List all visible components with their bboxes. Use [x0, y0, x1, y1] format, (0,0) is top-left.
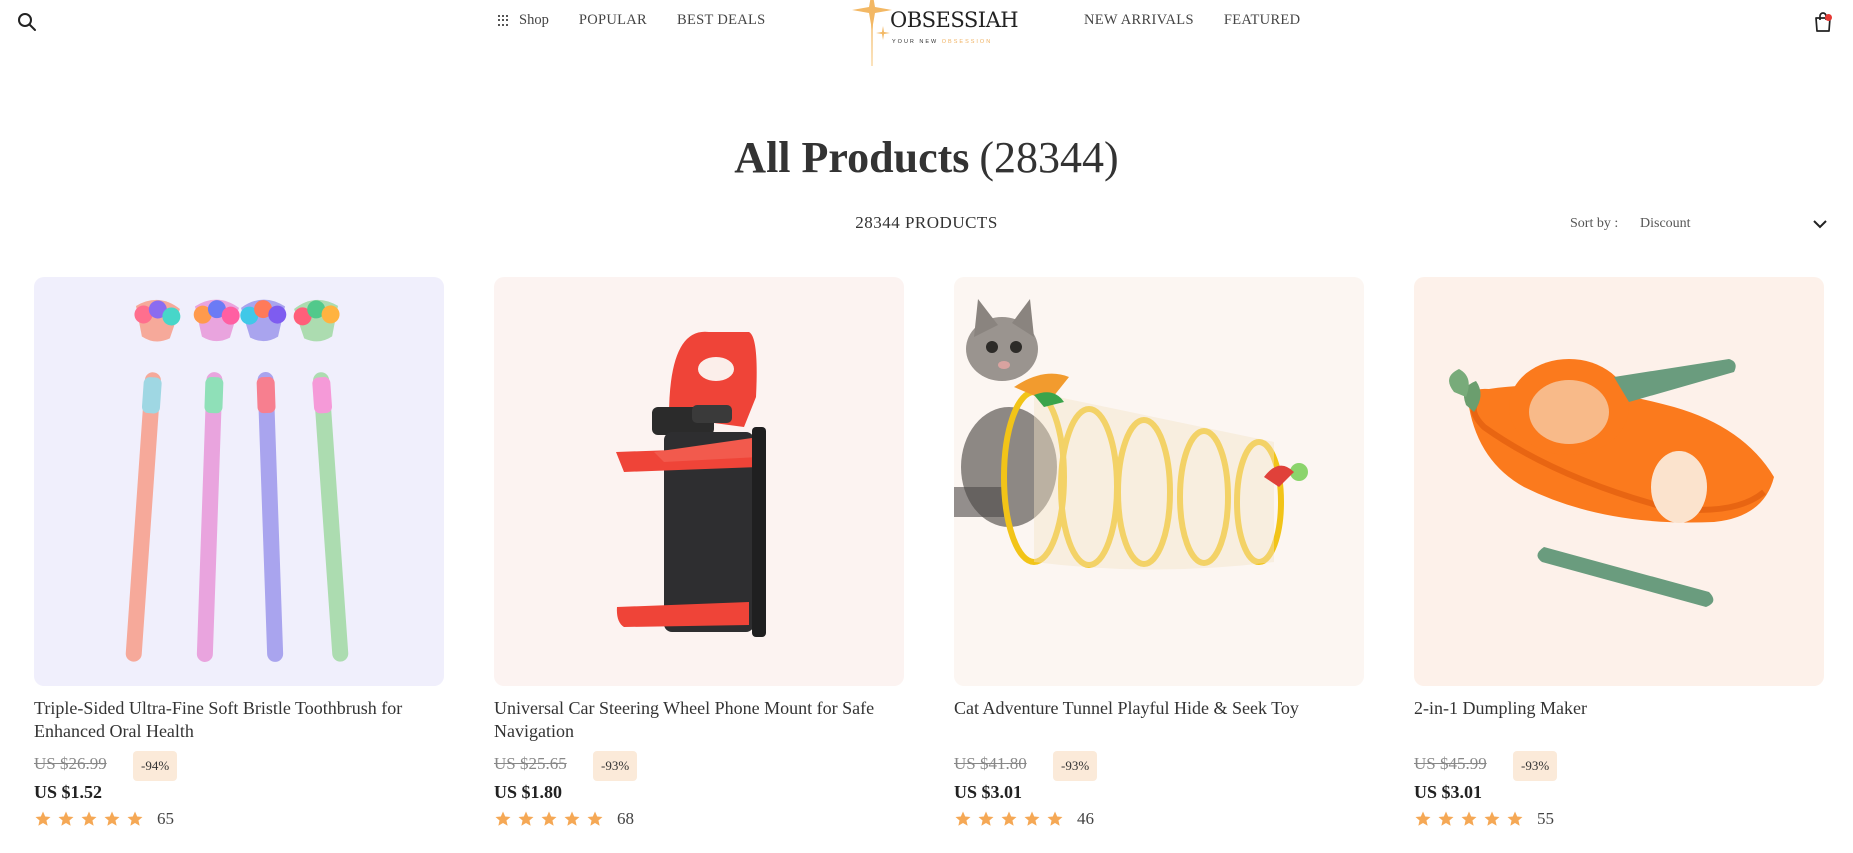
discount-badge: -93%: [1513, 751, 1558, 781]
product-card[interactable]: Cat Adventure Tunnel Playful Hide & Seek…: [954, 277, 1364, 853]
page-title: All Products (28344): [0, 132, 1853, 183]
main-nav-left: Shop POPULAR BEST DEALS: [498, 12, 796, 29]
page-title-count: (28344): [979, 133, 1119, 182]
sale-price: US $1.52: [34, 782, 103, 802]
product-image[interactable]: [34, 277, 444, 686]
nav-best-deals[interactable]: BEST DEALS: [677, 12, 766, 29]
site-logo[interactable]: OBSESSIAH YOUR NEW OBSESSION: [840, 0, 1020, 70]
nav-shop[interactable]: Shop: [498, 12, 549, 29]
cat-tunnel-image: [954, 277, 1364, 686]
toothbrush-image: [34, 277, 444, 686]
star-icon: [564, 811, 580, 826]
star-icon: [1484, 811, 1500, 826]
page-title-text: All Products: [734, 133, 970, 182]
star-icon: [978, 811, 994, 826]
product-name[interactable]: Cat Adventure Tunnel Playful Hide & Seek…: [954, 697, 1364, 720]
star-icon: [1461, 811, 1477, 826]
product-card[interactable]: Triple-Sided Ultra-Fine Soft Bristle Too…: [34, 277, 444, 853]
review-count: 55: [1537, 809, 1554, 828]
original-price: US $41.80: [954, 754, 1027, 773]
star-icon: [58, 811, 74, 826]
discount-badge: -94%: [133, 751, 178, 781]
cart-notification-dot: [1825, 14, 1832, 21]
star-icon: [1507, 811, 1523, 826]
product-image[interactable]: [954, 277, 1364, 686]
rating: 68: [494, 809, 634, 829]
small-sparkle-icon: [876, 26, 890, 40]
nav-new-arrivals[interactable]: NEW ARRIVALS: [1084, 12, 1194, 29]
site-header: Shop POPULAR BEST DEALS OBSESSIAH YOUR N…: [0, 0, 1853, 66]
grid-icon: [498, 14, 510, 27]
nav-featured[interactable]: FEATURED: [1224, 12, 1301, 29]
star-icon: [587, 811, 603, 826]
star-icon: [1438, 811, 1454, 826]
star-icon: [127, 811, 143, 826]
rating: 55: [1414, 809, 1554, 829]
chevron-down-icon: [1813, 220, 1827, 229]
star-icon: [518, 811, 534, 826]
search-icon: [18, 13, 36, 31]
logo-wordmark: OBSESSIAH: [890, 8, 1019, 32]
sale-price: US $3.01: [1414, 782, 1483, 802]
product-name[interactable]: 2-in-1 Dumpling Maker: [1414, 697, 1824, 720]
sort-dropdown[interactable]: Discount: [1640, 211, 1830, 237]
nav-popular[interactable]: POPULAR: [579, 12, 647, 29]
logo-tagline-accent: OBSESSION: [941, 39, 993, 45]
review-count: 46: [1077, 809, 1094, 828]
product-name[interactable]: Universal Car Steering Wheel Phone Mount…: [494, 697, 904, 743]
product-card[interactable]: Universal Car Steering Wheel Phone Mount…: [494, 277, 904, 853]
product-card[interactable]: 2-in-1 Dumpling Maker US $45.99 -93% US …: [1414, 277, 1824, 853]
logo-tagline-plain: YOUR NEW: [892, 39, 939, 45]
phone-mount-image: [494, 277, 904, 686]
discount-badge: -93%: [1053, 751, 1098, 781]
star-icon: [495, 811, 511, 826]
original-price: US $25.65: [494, 754, 567, 773]
star-icon: [35, 811, 51, 826]
main-nav-right: NEW ARRIVALS FEATURED: [1084, 12, 1330, 29]
discount-badge: -93%: [593, 751, 638, 781]
star-icon: [1024, 811, 1040, 826]
review-count: 65: [157, 809, 174, 828]
product-image[interactable]: [1414, 277, 1824, 686]
product-image[interactable]: [494, 277, 904, 686]
original-price: US $26.99: [34, 754, 107, 773]
logo-tagline: YOUR NEW OBSESSION: [892, 39, 992, 45]
star-icon: [1047, 811, 1063, 826]
star-icon: [104, 811, 120, 826]
star-icon: [1415, 811, 1431, 826]
star-icon: [1001, 811, 1017, 826]
product-name[interactable]: Triple-Sided Ultra-Fine Soft Bristle Too…: [34, 697, 444, 743]
dumpling-maker-image: [1414, 277, 1824, 686]
nav-shop-label: Shop: [519, 12, 549, 28]
review-count: 68: [617, 809, 634, 828]
star-icon: [955, 811, 971, 826]
sort-label: Sort by :: [1570, 216, 1619, 231]
sale-price: US $3.01: [954, 782, 1023, 802]
sort-value: Discount: [1640, 216, 1691, 231]
search-button[interactable]: [17, 12, 37, 32]
original-price: US $45.99: [1414, 754, 1487, 773]
rating: 65: [34, 809, 174, 829]
star-icon: [541, 811, 557, 826]
rating: 46: [954, 809, 1094, 829]
product-grid: Triple-Sided Ultra-Fine Soft Bristle Too…: [34, 277, 1824, 853]
star-icon: [81, 811, 97, 826]
sale-price: US $1.80: [494, 782, 563, 802]
